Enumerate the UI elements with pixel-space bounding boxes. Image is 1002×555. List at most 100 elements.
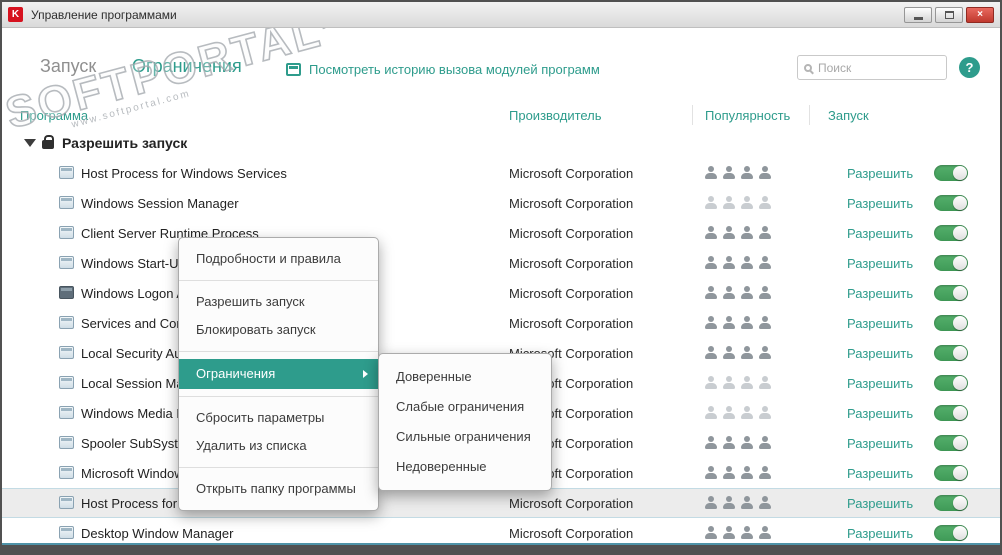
table-row[interactable]: Services and Controller app Microsoft Co… — [2, 308, 1000, 338]
collapse-icon[interactable] — [24, 139, 36, 147]
menu-item[interactable]: Сбросить параметры — [179, 404, 378, 432]
user-icon — [705, 376, 717, 389]
allow-link[interactable]: Разрешить — [847, 166, 913, 181]
allow-link[interactable]: Разрешить — [847, 526, 913, 541]
tab-ogranicheniya[interactable]: Ограничения — [132, 56, 242, 77]
menu-item-label: Ограничения — [196, 366, 276, 381]
allow-link[interactable]: Разрешить — [847, 376, 913, 391]
menu-item[interactable]: Ограничения — [179, 359, 378, 389]
table-row[interactable]: Host Process for Windows Services Micros… — [2, 158, 1000, 188]
allow-link[interactable]: Разрешить — [847, 346, 913, 361]
toggle-knob — [953, 316, 967, 330]
table-row[interactable]: Windows Start-Up Application Microsoft C… — [2, 248, 1000, 278]
column-header-program[interactable]: Программа — [20, 108, 88, 123]
toggle-switch[interactable] — [934, 375, 968, 391]
toggle-switch[interactable] — [934, 195, 968, 211]
program-icon — [59, 466, 74, 479]
tab-zapusk[interactable]: Запуск — [40, 56, 96, 77]
toggle-switch[interactable] — [934, 405, 968, 421]
program-icon — [59, 226, 74, 239]
popularity-indicator — [705, 316, 771, 329]
program-vendor: Microsoft Corporation — [509, 526, 634, 541]
submenu-item[interactable]: Недоверенные — [379, 452, 551, 482]
program-icon — [59, 256, 74, 269]
user-icon — [759, 436, 771, 449]
toggle-knob — [953, 496, 967, 510]
toggle-switch[interactable] — [934, 315, 968, 331]
user-icon — [723, 226, 735, 239]
popularity-indicator — [705, 406, 771, 419]
allow-link[interactable]: Разрешить — [847, 466, 913, 481]
table-row[interactable]: Windows Logon Application Microsoft Corp… — [2, 278, 1000, 308]
program-vendor: Microsoft Corporation — [509, 286, 634, 301]
submenu-item[interactable]: Доверенные — [379, 362, 551, 392]
allow-link[interactable]: Разрешить — [847, 406, 913, 421]
table-row[interactable]: Windows Session Manager Microsoft Corpor… — [2, 188, 1000, 218]
allow-link[interactable]: Разрешить — [847, 286, 913, 301]
column-divider — [692, 105, 693, 125]
user-icon — [705, 286, 717, 299]
toggle-switch[interactable] — [934, 345, 968, 361]
menu-item-label: Удалить из списка — [196, 438, 307, 453]
allow-link[interactable]: Разрешить — [847, 436, 913, 451]
toggle-switch[interactable] — [934, 435, 968, 451]
menu-item[interactable]: Блокировать запуск — [179, 316, 378, 344]
toggle-switch[interactable] — [934, 165, 968, 181]
table-row[interactable]: Client Server Runtime Process Microsoft … — [2, 218, 1000, 248]
context-menu: Подробности и правила Разрешить запуск Бло… — [178, 237, 379, 511]
program-icon — [59, 526, 74, 539]
history-link[interactable]: Посмотреть историю вызова модулей програ… — [286, 62, 600, 77]
user-icon — [741, 526, 753, 539]
allow-link[interactable]: Разрешить — [847, 316, 913, 331]
submenu-item[interactable]: Слабые ограничения — [379, 392, 551, 422]
program-vendor: Microsoft Corporation — [509, 316, 634, 331]
column-header-popularity[interactable]: Популярность — [705, 108, 790, 123]
minimize-button[interactable] — [904, 6, 932, 23]
table-row[interactable]: Desktop Window Manager Microsoft Corpora… — [2, 518, 1000, 543]
close-button[interactable]: × — [966, 6, 994, 23]
table-row[interactable]: Host Process for Windows Services Micros… — [2, 488, 1000, 518]
program-icon — [59, 346, 74, 359]
popularity-indicator — [705, 196, 771, 209]
toggle-switch[interactable] — [934, 495, 968, 511]
allow-link[interactable]: Разрешить — [847, 256, 913, 271]
program-icon — [59, 496, 74, 509]
toggle-switch[interactable] — [934, 525, 968, 541]
menu-item[interactable]: Удалить из списка — [179, 432, 378, 460]
maximize-button[interactable] — [935, 6, 963, 23]
toggle-knob — [953, 376, 967, 390]
user-icon — [759, 406, 771, 419]
user-icon — [741, 496, 753, 509]
popularity-indicator — [705, 346, 771, 359]
menu-item[interactable]: Разрешить запуск — [179, 288, 378, 316]
kaspersky-logo-icon: K — [8, 7, 23, 22]
column-header-vendor[interactable]: Производитель — [509, 108, 602, 123]
allow-link[interactable]: Разрешить — [847, 196, 913, 211]
user-icon — [741, 316, 753, 329]
user-icon — [723, 376, 735, 389]
search-input[interactable] — [818, 60, 973, 75]
column-header-launch[interactable]: Запуск — [828, 108, 869, 123]
group-row-allow-launch[interactable]: Разрешить запуск — [2, 130, 1000, 158]
program-icon — [59, 196, 74, 209]
help-button[interactable]: ? — [959, 57, 980, 78]
toggle-knob — [953, 286, 967, 300]
menu-item[interactable]: Подробности и правила — [179, 245, 378, 273]
allow-link[interactable]: Разрешить — [847, 226, 913, 241]
titlebar: K Управление программами × — [2, 2, 1000, 28]
app-window: K Управление программами × SOFTPORTALTM … — [0, 0, 1002, 555]
search-icon — [804, 63, 812, 72]
popularity-indicator — [705, 436, 771, 449]
submenu-item[interactable]: Сильные ограничения — [379, 422, 551, 452]
user-icon — [705, 226, 717, 239]
user-icon — [723, 316, 735, 329]
user-icon — [741, 346, 753, 359]
toggle-switch[interactable] — [934, 225, 968, 241]
menu-item-label: Блокировать запуск — [196, 322, 316, 337]
menu-item[interactable]: Открыть папку программы — [179, 475, 378, 503]
toggle-knob — [953, 226, 967, 240]
toggle-switch[interactable] — [934, 285, 968, 301]
toggle-switch[interactable] — [934, 255, 968, 271]
toggle-switch[interactable] — [934, 465, 968, 481]
allow-link[interactable]: Разрешить — [847, 496, 913, 511]
